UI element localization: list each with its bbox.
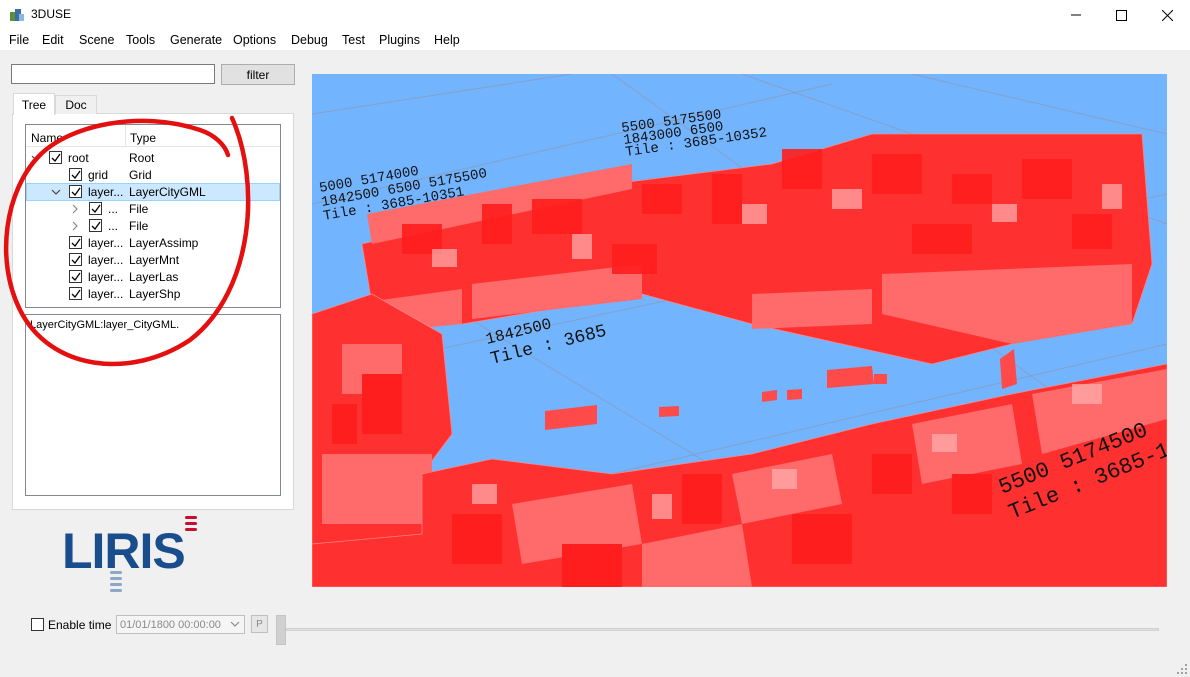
tree-row-name: layer...	[88, 253, 124, 267]
tree-row-type: LayerShp	[129, 287, 181, 301]
check-icon	[91, 221, 101, 231]
tree-row-layer-shp[interactable]: layer... LayerShp	[26, 286, 280, 303]
checkbox[interactable]	[69, 168, 82, 181]
doc-text-area[interactable]: LayerCityGML:layer_CityGML.	[25, 314, 281, 496]
column-name-header[interactable]: Name	[31, 131, 63, 145]
tree-row-type: Grid	[129, 168, 152, 182]
menu-bar: File Edit Scene Tools Generate Options D…	[0, 30, 1190, 51]
tree-row-type: File	[129, 202, 149, 216]
tree-row-layer-mnt[interactable]: layer... LayerMnt	[26, 252, 280, 269]
p-button[interactable]: P	[251, 615, 268, 633]
check-icon	[71, 289, 81, 299]
menu-edit[interactable]: Edit	[42, 33, 64, 47]
tree-row-name: ...	[108, 202, 119, 216]
checkbox[interactable]	[89, 219, 102, 232]
time-slider-handle[interactable]	[276, 615, 286, 645]
tree-row-name: layer...	[88, 287, 124, 301]
tree-row-name: root	[68, 151, 89, 165]
tree-row-name: layer...	[88, 270, 124, 284]
datetime-picker[interactable]: 01/01/1800 00:00:00	[116, 615, 245, 634]
maximize-icon	[1115, 9, 1127, 21]
tree-row-type: LayerCityGML	[129, 185, 206, 199]
tree-row-name: ...	[108, 219, 119, 233]
tab-doc[interactable]: Doc	[55, 95, 97, 114]
filter-button[interactable]: filter	[221, 64, 295, 85]
tree-row-type: Root	[129, 151, 155, 165]
menu-plugins[interactable]: Plugins	[379, 33, 420, 47]
checkbox[interactable]	[69, 236, 82, 249]
svg-text:LIRIS: LIRIS	[62, 523, 185, 579]
menu-generate[interactable]: Generate	[170, 33, 222, 47]
checkbox[interactable]	[89, 202, 102, 215]
check-icon	[71, 170, 81, 180]
filter-input[interactable]	[11, 64, 215, 84]
tree-row-type: File	[129, 219, 149, 233]
app-icon	[10, 9, 24, 21]
datetime-value: 01/01/1800 00:00:00	[120, 619, 221, 631]
close-icon	[1161, 9, 1173, 21]
tree-row-root[interactable]: root Root	[26, 150, 280, 167]
doc-text: LayerCityGML:layer_CityGML.	[30, 319, 180, 331]
chevron-right-icon[interactable]	[70, 219, 80, 233]
tree-header: Name Type	[26, 125, 280, 147]
check-icon	[71, 255, 81, 265]
tree-row-layer-citygml[interactable]: layer... LayerCityGML	[26, 183, 280, 201]
minimize-icon	[1071, 14, 1081, 16]
menu-scene[interactable]: Scene	[79, 33, 114, 47]
menu-options[interactable]: Options	[233, 33, 276, 47]
close-button[interactable]	[1144, 0, 1190, 30]
tree-row-file[interactable]: ... File	[26, 218, 280, 235]
maximize-button[interactable]	[1098, 0, 1144, 30]
tab-tree[interactable]: Tree	[13, 93, 55, 115]
menu-file[interactable]: File	[9, 33, 29, 47]
time-slider[interactable]	[286, 628, 1159, 631]
liris-logo: LIRIS	[62, 516, 197, 592]
enable-time-checkbox[interactable]	[31, 618, 44, 631]
checkbox[interactable]	[69, 270, 82, 283]
chevron-down-icon[interactable]	[31, 151, 41, 165]
check-icon	[51, 153, 61, 163]
tree-row-layer-assimp[interactable]: layer... LayerAssimp	[26, 235, 280, 252]
check-icon	[71, 272, 81, 282]
tree-row-name: grid	[88, 168, 109, 182]
column-separator[interactable]	[125, 125, 126, 147]
menu-debug[interactable]: Debug	[291, 33, 328, 47]
tree-row-file[interactable]: ... File	[26, 201, 280, 218]
menu-help[interactable]: Help	[434, 33, 460, 47]
city-scene[interactable]: 5000 5174000 1842500 6500 5175500 Tile :…	[312, 74, 1167, 587]
enable-time-label: Enable time	[48, 618, 112, 632]
tree-row-type: LayerAssimp	[129, 236, 199, 250]
chevron-right-icon[interactable]	[70, 202, 80, 216]
check-icon	[71, 238, 81, 248]
checkbox[interactable]	[49, 151, 62, 164]
column-type-header[interactable]: Type	[130, 131, 156, 145]
resize-grip-icon[interactable]	[1176, 663, 1188, 675]
layer-tree[interactable]: Name Type root Root grid Grid layer... L…	[25, 124, 281, 308]
tree-row-grid[interactable]: grid Grid	[26, 167, 280, 184]
tree-row-name: layer...	[88, 236, 124, 250]
title-bar: 3DUSE	[0, 0, 1190, 30]
tree-row-type: LayerMnt	[129, 253, 180, 267]
3d-viewport[interactable]: 5000 5174000 1842500 6500 5175500 Tile :…	[312, 74, 1167, 587]
menu-test[interactable]: Test	[342, 33, 365, 47]
checkbox[interactable]	[69, 185, 82, 198]
tree-row-type: LayerLas	[129, 270, 179, 284]
chevron-down-icon[interactable]	[230, 618, 240, 630]
check-icon	[71, 187, 81, 197]
checkbox[interactable]	[69, 253, 82, 266]
tree-row-layer-las[interactable]: layer... LayerLas	[26, 269, 280, 286]
check-icon	[91, 204, 101, 214]
checkbox[interactable]	[69, 287, 82, 300]
menu-tools[interactable]: Tools	[126, 33, 155, 47]
minimize-button[interactable]	[1053, 0, 1099, 30]
tree-row-name: layer...	[88, 185, 124, 199]
window-title: 3DUSE	[31, 7, 72, 21]
chevron-down-icon[interactable]	[51, 185, 61, 199]
